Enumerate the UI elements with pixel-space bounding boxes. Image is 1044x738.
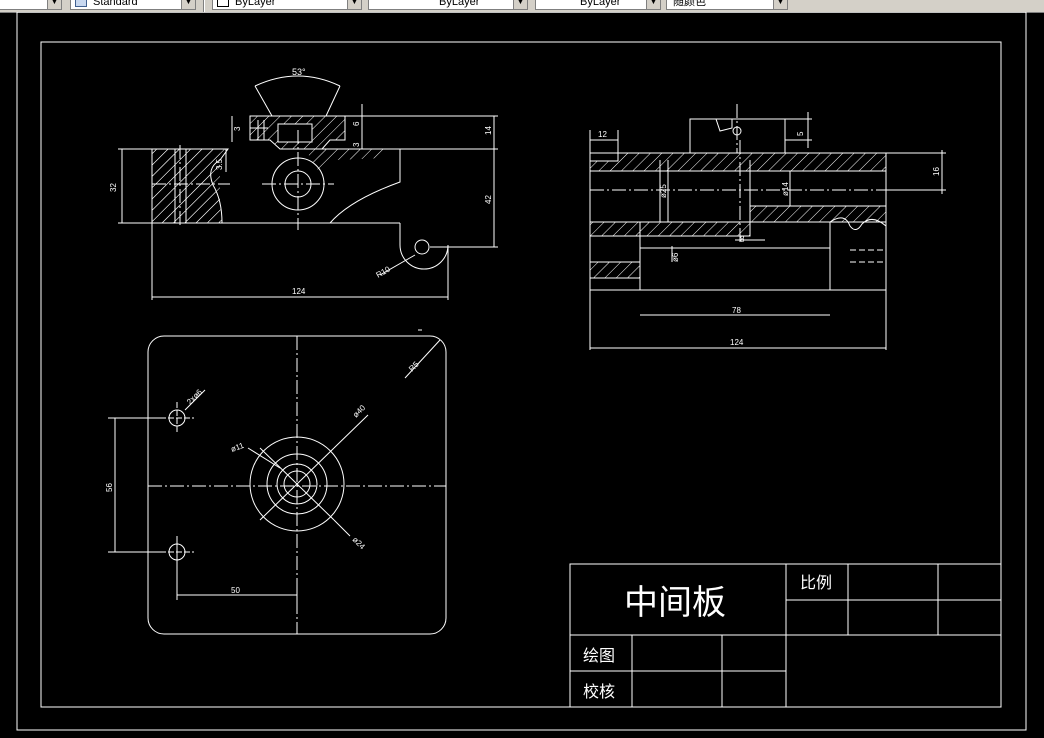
dimstyle-dropdown[interactable]: ▼ bbox=[0, 0, 62, 10]
chevron-down-icon: ▼ bbox=[347, 0, 361, 9]
front-dim-14: 14 bbox=[484, 126, 493, 135]
plot-style-value: 随颜色 bbox=[673, 0, 706, 8]
part-name: 中间板 bbox=[624, 584, 726, 622]
side-dim-124: 124 bbox=[730, 338, 744, 347]
side-dim-d6: ø6 bbox=[671, 252, 680, 262]
checked-label: 校核 bbox=[583, 683, 615, 701]
lineweight-dropdown[interactable]: ByLayer ▼ bbox=[535, 0, 661, 10]
front-dim-6: 6 bbox=[352, 121, 361, 126]
side-dim-8: 8 bbox=[740, 235, 745, 244]
linetype-dropdown[interactable]: ByLayer ▼ bbox=[368, 0, 528, 10]
top-dim-r5: R5 bbox=[407, 359, 421, 373]
top-dim-50: 50 bbox=[231, 586, 240, 595]
front-dim-r10: R10 bbox=[375, 264, 393, 279]
front-angle-dim: 53° bbox=[292, 67, 306, 77]
text-style-value: Standard bbox=[93, 0, 138, 8]
top-dim-56: 56 bbox=[105, 483, 114, 492]
top-dim-d11: ø11 bbox=[230, 441, 246, 454]
chevron-down-icon: ▼ bbox=[47, 0, 61, 9]
text-style-dropdown[interactable]: Standard ▼ bbox=[70, 0, 196, 10]
scale-label: 比例 bbox=[800, 574, 832, 592]
front-view bbox=[118, 75, 498, 300]
side-dim-78: 78 bbox=[732, 306, 741, 315]
toolbar-separator bbox=[203, 0, 205, 12]
lineweight-value: ByLayer bbox=[580, 0, 621, 8]
drawn-label: 绘图 bbox=[583, 647, 615, 665]
drawing-canvas[interactable]: 53° 3 6 3 3.5 14 32 42 R10 124 12 5 16 ø… bbox=[0, 11, 1044, 733]
plot-style-dropdown[interactable]: 随颜色 ▼ bbox=[666, 0, 788, 10]
color-swatch-icon bbox=[217, 0, 229, 7]
side-dim-16: 16 bbox=[932, 167, 941, 176]
side-dim-5: 5 bbox=[796, 131, 805, 136]
chevron-down-icon: ▼ bbox=[513, 0, 527, 9]
linetype-value: ByLayer bbox=[439, 0, 480, 8]
text-style-icon bbox=[75, 0, 87, 7]
drawing-frame bbox=[40, 41, 1002, 708]
sheet-border bbox=[16, 11, 1027, 731]
layer-color-value: ByLayer bbox=[235, 0, 276, 8]
top-dim-d40: ø40 bbox=[351, 403, 368, 420]
side-dim-12: 12 bbox=[598, 130, 607, 139]
cad-drawing: 53° 3 6 3 3.5 14 32 42 R10 124 12 5 16 ø… bbox=[16, 11, 1027, 731]
top-view bbox=[108, 335, 447, 635]
side-view bbox=[589, 104, 946, 350]
front-dim-3-right: 3 bbox=[352, 142, 361, 147]
chevron-down-icon: ▼ bbox=[646, 0, 660, 9]
top-dim-d24: ø24 bbox=[351, 535, 368, 552]
side-dim-d25: ø25 bbox=[659, 184, 668, 198]
front-dim-42: 42 bbox=[484, 195, 493, 204]
front-dim-124: 124 bbox=[292, 287, 306, 296]
chevron-down-icon: ▼ bbox=[181, 0, 195, 9]
top-dim-holes: 2xø6 bbox=[185, 387, 204, 406]
front-dim-3-5: 3.5 bbox=[215, 158, 224, 170]
front-dim-32: 32 bbox=[109, 183, 118, 192]
layer-color-dropdown[interactable]: ByLayer ▼ bbox=[212, 0, 362, 10]
side-dim-d14: ø14 bbox=[781, 182, 790, 196]
chevron-down-icon: ▼ bbox=[773, 0, 787, 9]
front-dim-3-top: 3 bbox=[233, 126, 242, 131]
